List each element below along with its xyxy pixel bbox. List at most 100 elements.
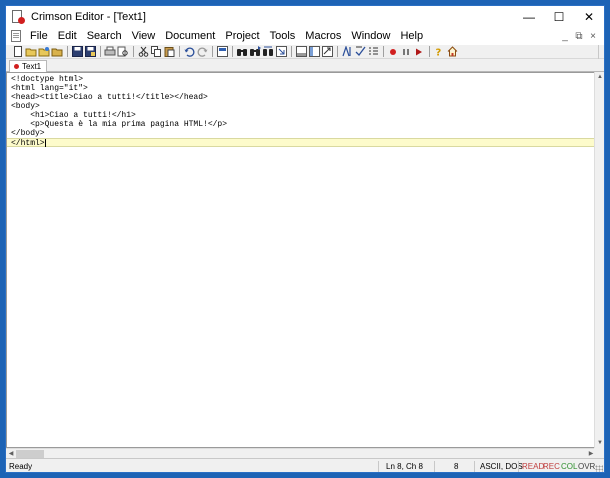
help-icon[interactable]: ? [433,46,445,58]
home-icon[interactable] [446,46,458,57]
menu-project[interactable]: Project [220,27,264,45]
mdi-close-button[interactable]: × [586,31,600,42]
menu-bar: File Edit Search View Document Project T… [6,27,604,45]
toolbar: ? [6,45,604,59]
mdi-controls: _ ⧉ × [558,27,600,45]
mdi-restore-button[interactable]: ⧉ [572,31,586,42]
menu-edit[interactable]: Edit [53,27,82,45]
replace-icon[interactable] [262,46,274,57]
open-icon[interactable] [25,46,37,57]
window-title: Crimson Editor - [Text1] [31,10,146,23]
toolbar-separator [100,46,101,57]
code-line[interactable]: <!doctype html> [11,75,595,84]
play-macro-icon[interactable] [413,46,425,57]
toolbar-end [598,45,604,59]
col-flag: COL [561,462,578,471]
toolbar-separator [67,46,68,57]
directory-icon[interactable] [308,46,320,57]
ovr-flag: OVR [578,462,596,471]
word-wrap-icon[interactable] [321,46,333,57]
status-separator [518,461,519,472]
toolbar-separator [337,46,338,57]
scroll-up-arrow-icon[interactable]: ▲ [595,72,604,82]
status-separator [474,461,475,472]
mdi-minimize-button[interactable]: _ [558,31,572,42]
crimson-editor-app-icon[interactable] [11,9,25,24]
code-line[interactable]: <p>Questa è la mia prima pagina HTML!</p… [11,120,595,129]
cut-icon[interactable] [137,46,149,57]
menu-window[interactable]: Window [346,27,395,45]
cursor-position: Ln 8, Ch 8 [386,462,423,471]
find-icon[interactable] [236,46,248,57]
status-separator [378,461,379,472]
app-window: Crimson Editor - [Text1] — ☐ ✕ File Edit… [5,5,605,473]
read-flag: READ [522,462,545,471]
menu-document[interactable]: Document [160,27,220,45]
current-line-text: </html> [11,139,45,149]
horizontal-scroll-thumb[interactable] [16,450,44,458]
document-icon[interactable] [11,30,21,42]
undo-icon[interactable] [183,46,195,57]
close-button[interactable]: ✕ [574,6,604,27]
menu-view[interactable]: View [127,27,161,45]
editor-lines: <!doctype html> <html lang="it"> <head><… [7,75,595,148]
modified-dot-icon [14,64,19,69]
toolbar-separator [179,46,180,57]
maximize-button[interactable]: ☐ [544,6,574,27]
print-preview-icon[interactable] [117,46,129,57]
paste-icon[interactable] [163,46,175,57]
code-line[interactable]: <h1>Ciao a tutti!</h1> [11,111,595,120]
find-next-icon[interactable] [249,46,261,57]
copy-icon[interactable] [150,46,162,57]
menu-macros[interactable]: Macros [300,27,346,45]
status-separator [434,461,435,472]
column-value: 8 [454,462,459,471]
current-code-line[interactable]: </html> [7,138,595,149]
pause-macro-icon[interactable] [400,46,412,57]
menu-file[interactable]: File [25,27,53,45]
toolbar-separator [429,46,430,57]
text-editor[interactable]: <!doctype html> <html lang="it"> <head><… [6,72,596,448]
save-icon[interactable] [71,46,83,57]
save-all-icon[interactable] [51,46,63,57]
menu-help[interactable]: Help [395,27,428,45]
code-line[interactable]: <html lang="it"> [11,84,595,93]
menu-search[interactable]: Search [82,27,127,45]
toolbar-separator [212,46,213,57]
minimize-button[interactable]: — [514,6,544,27]
toggle-output-icon[interactable] [295,46,307,57]
toolbar-separator [133,46,134,57]
horizontal-scrollbar[interactable]: ◀ ▶ [6,448,596,458]
spell-icon[interactable] [216,46,228,57]
code-line[interactable]: </body> [11,129,595,138]
text-caret [44,139,46,147]
window-controls: — ☐ ✕ [514,6,604,27]
scrollbar-corner [594,448,604,458]
tab-label: Text1 [22,62,42,71]
title-bar[interactable]: Crimson Editor - [Text1] — ☐ ✕ [6,6,604,27]
resize-grip-icon[interactable] [595,465,603,472]
line-numbers-icon[interactable] [367,46,379,57]
redo-icon[interactable] [196,46,208,57]
check-icon[interactable] [354,46,366,57]
rec-flag: REC [543,462,560,471]
encoding-indicator: ASCII, DOS [480,462,523,471]
record-macro-icon[interactable] [387,46,399,57]
save-as-icon[interactable] [84,46,96,57]
toolbar-separator [291,46,292,57]
document-tab-bar: Text1 [6,59,604,72]
print-icon[interactable] [104,46,116,57]
goto-icon[interactable] [275,46,287,57]
vertical-scrollbar[interactable]: ▲ ▼ [594,72,604,448]
columns-icon[interactable] [341,46,353,57]
menu-tools[interactable]: Tools [265,27,301,45]
toolbar-separator [383,46,384,57]
new-icon[interactable] [12,46,24,57]
scroll-down-arrow-icon[interactable]: ▼ [595,438,604,448]
open-remote-icon[interactable] [38,46,50,57]
toolbar-separator [232,46,233,57]
code-line[interactable]: <head><title>Ciao a tutti!</title></head… [11,93,595,102]
code-line[interactable]: <body> [11,102,595,111]
tab-text1[interactable]: Text1 [9,60,47,72]
status-message: Ready [9,462,33,471]
